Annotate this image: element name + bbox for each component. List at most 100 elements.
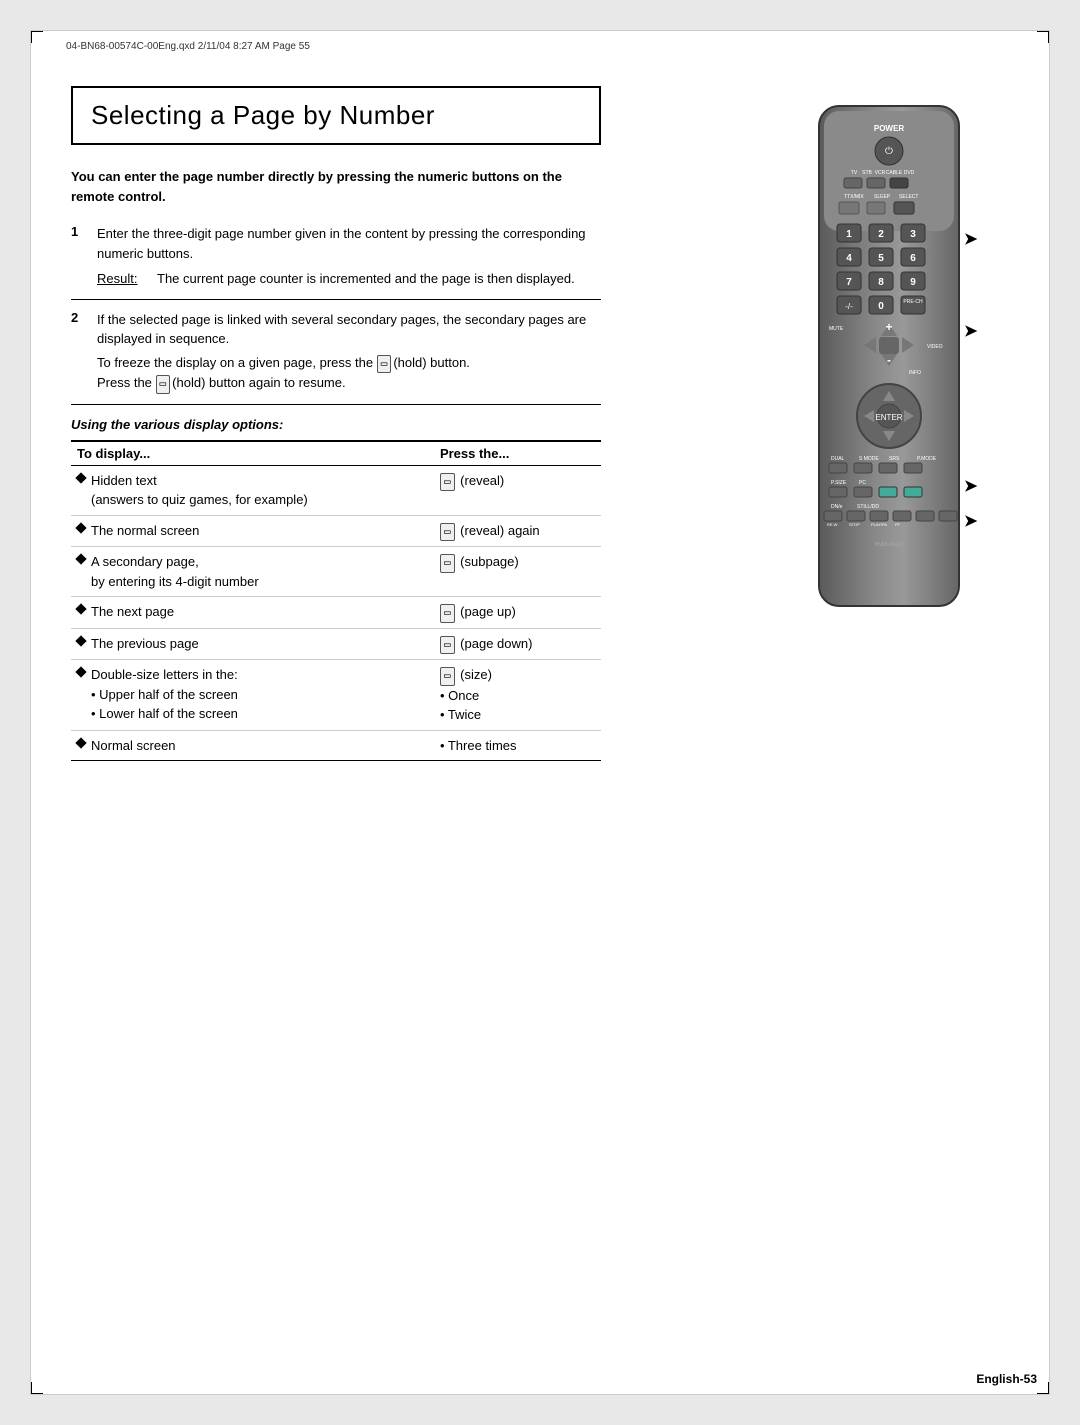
svg-text:➤: ➤ — [964, 478, 978, 495]
numbered-item-1: 1 Enter the three-digit page number give… — [71, 224, 601, 300]
diamond-icon — [75, 522, 86, 533]
svg-text:VIDEO: VIDEO — [927, 344, 943, 350]
svg-text:RE.W: RE.W — [827, 522, 838, 527]
header-bar: 04-BN68-00574C-00Eng.qxd 2/11/04 8:27 AM… — [66, 41, 310, 52]
row5-display-text: The previous page — [91, 634, 199, 654]
options-title: Using the various display options: — [71, 417, 601, 432]
item-number-2: 2 — [71, 310, 85, 394]
result-label-1: Result: — [97, 269, 145, 289]
svg-text:⏻: ⏻ — [885, 146, 893, 157]
col2-header: Press the... — [434, 441, 601, 466]
diamond-icon — [75, 472, 86, 483]
svg-text:DUAL: DUAL — [831, 456, 845, 462]
hold-icon-2: ▭ — [156, 375, 171, 394]
svg-text:VCR: VCR — [875, 170, 886, 176]
result-text-1: The current page counter is incremented … — [157, 269, 575, 289]
svg-text:S MODE: S MODE — [859, 456, 879, 462]
row4-display-text: The next page — [91, 602, 174, 622]
svg-text:FF: FF — [895, 522, 900, 527]
table-header-row: To display... Press the... — [71, 441, 601, 466]
reveal-btn-icon: ▭ — [440, 473, 455, 492]
svg-text:PC: PC — [859, 480, 866, 486]
item-content-2: If the selected page is linked with seve… — [97, 310, 601, 394]
row1-display: Hidden text(answers to quiz games, for e… — [77, 471, 428, 510]
table-cell-display: Normal screen — [71, 730, 434, 761]
col1-header: To display... — [71, 441, 434, 466]
svg-text:4: 4 — [846, 253, 852, 264]
table-row: Normal screen • Three times — [71, 730, 601, 761]
svg-text:STILL/DD: STILL/DD — [857, 504, 879, 510]
page-number: English-53 — [976, 1372, 1037, 1386]
table-cell-press: • Three times — [434, 730, 601, 761]
svg-text:SRS: SRS — [889, 456, 900, 462]
corner-br — [1037, 1382, 1049, 1394]
table-cell-display: The previous page — [71, 628, 434, 660]
content-area: Selecting a Page by Number You can enter… — [71, 86, 1009, 1354]
svg-text:0: 0 — [878, 301, 884, 312]
svg-text:TV: TV — [851, 170, 858, 176]
svg-text:INFO: INFO — [909, 370, 921, 376]
diamond-icon — [75, 603, 86, 614]
page-container: 04-BN68-00574C-00Eng.qxd 2/11/04 8:27 AM… — [30, 30, 1050, 1395]
svg-text:SLEEP: SLEEP — [874, 194, 891, 200]
row2-display-text: The normal screen — [91, 521, 199, 541]
svg-text:3: 3 — [910, 229, 916, 240]
table-cell-display: Double-size letters in the:• Upper half … — [71, 660, 434, 731]
svg-text:8: 8 — [878, 277, 884, 288]
svg-text:1: 1 — [846, 229, 852, 240]
item-content-1: Enter the three-digit page number given … — [97, 224, 601, 289]
file-info: 04-BN68-00574C-00Eng.qxd 2/11/04 8:27 AM… — [66, 41, 310, 52]
table-cell-display: Hidden text(answers to quiz games, for e… — [71, 465, 434, 515]
svg-text:PLAY/PA: PLAY/PA — [871, 522, 887, 527]
svg-text:➤: ➤ — [964, 323, 978, 340]
page-footer: English-53 — [976, 1372, 1037, 1386]
page-title: Selecting a Page by Number — [71, 86, 601, 145]
svg-text:ENTER: ENTER — [875, 413, 902, 422]
remote-control-image: POWER ⏻ TV STB VCR CABLE DVD TTX/MIX — [789, 96, 999, 616]
table-row: The next page ▭ (page up) — [71, 597, 601, 629]
table-cell-press: ▭ (subpage) — [434, 547, 601, 597]
svg-text:MUTE: MUTE — [829, 326, 844, 332]
svg-text:BN59-00413: BN59-00413 — [875, 542, 903, 548]
table-cell-press: ▭ (reveal) — [434, 465, 601, 515]
svg-text:➤: ➤ — [964, 231, 978, 248]
table-row: Hidden text(answers to quiz games, for e… — [71, 465, 601, 515]
row5-display: The previous page — [77, 634, 428, 654]
row6-display: Double-size letters in the:• Upper half … — [77, 665, 428, 724]
svg-text:7: 7 — [846, 277, 852, 288]
svg-text:STB: STB — [862, 170, 872, 176]
svg-text:CABLE: CABLE — [886, 170, 903, 176]
diamond-icon — [75, 553, 86, 564]
svg-text:DVD: DVD — [904, 170, 915, 176]
table-cell-display: The next page — [71, 597, 434, 629]
svg-text:5: 5 — [878, 253, 884, 264]
table-cell-press: ▭ (size) • Once • Twice — [434, 660, 601, 731]
svg-text:-: - — [887, 353, 891, 367]
size-btn-icon: ▭ — [440, 667, 455, 686]
svg-text:STOP: STOP — [849, 522, 860, 527]
row3-display-text: A secondary page,by entering its 4-digit… — [91, 552, 259, 591]
svg-text:SELECT: SELECT — [899, 194, 918, 200]
page-down-btn-icon: ▭ — [440, 636, 455, 655]
svg-text:2: 2 — [878, 229, 884, 240]
table-cell-display: The normal screen — [71, 515, 434, 547]
item-number-1: 1 — [71, 224, 85, 289]
diamond-icon — [75, 666, 86, 677]
table-row: A secondary page,by entering its 4-digit… — [71, 547, 601, 597]
svg-text:PRE-CH: PRE-CH — [903, 299, 923, 305]
row7-display-text: Normal screen — [91, 736, 176, 756]
right-column: POWER ⏻ TV STB VCR CABLE DVD TTX/MIX — [789, 86, 1009, 619]
table-row: The normal screen ▭ (reveal) again — [71, 515, 601, 547]
table-cell-press: ▭ (page up) — [434, 597, 601, 629]
svg-text:POWER: POWER — [874, 124, 904, 133]
svg-text:TTX/MIX: TTX/MIX — [844, 194, 864, 200]
svg-text:+: + — [885, 320, 892, 334]
svg-text:DN/e: DN/e — [831, 504, 843, 510]
svg-text:6: 6 — [910, 253, 916, 264]
left-column: Selecting a Page by Number You can enter… — [71, 86, 601, 761]
table-cell-display: A secondary page,by entering its 4-digit… — [71, 547, 434, 597]
result-row-1: Result: The current page counter is incr… — [97, 269, 601, 289]
corner-tl — [31, 31, 43, 43]
numbered-item-2: 2 If the selected page is linked with se… — [71, 310, 601, 405]
svg-text:P.SIZE: P.SIZE — [831, 480, 847, 486]
